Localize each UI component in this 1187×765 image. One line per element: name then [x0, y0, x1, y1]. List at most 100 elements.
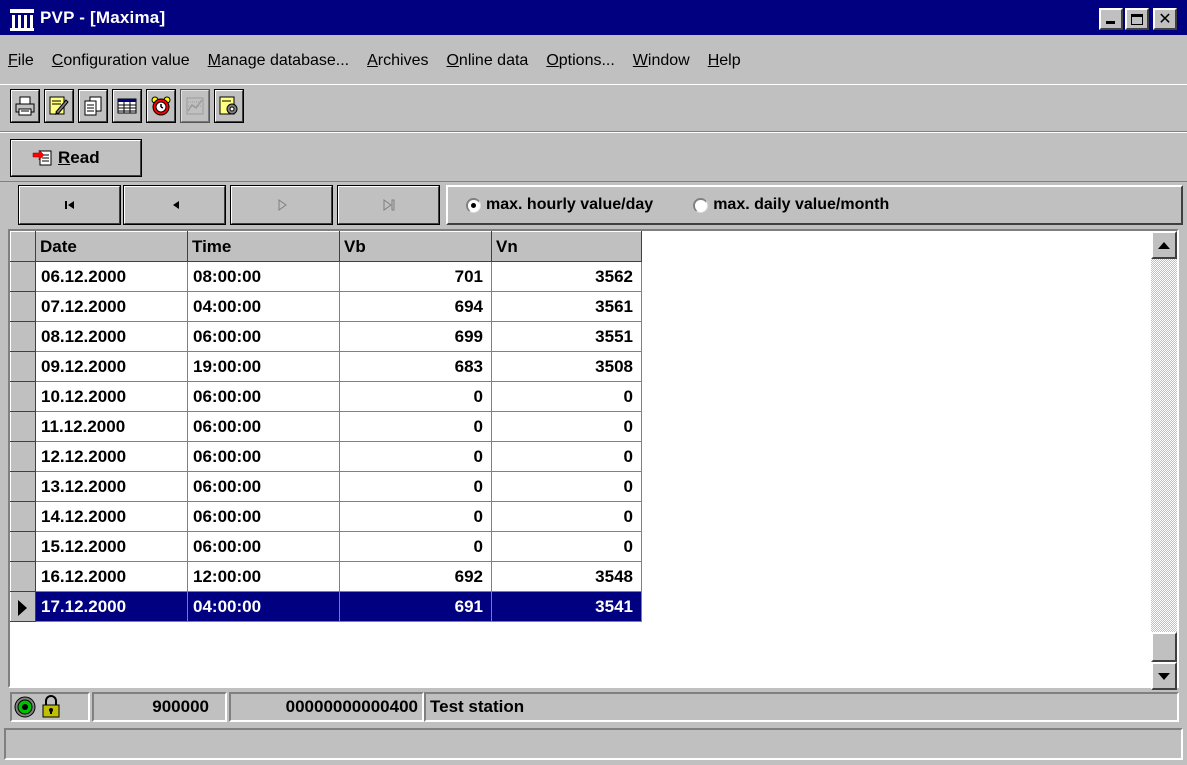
menu-manage-database[interactable]: Manage database...	[208, 52, 349, 70]
menu-help[interactable]: Help	[708, 52, 741, 70]
cell-vb[interactable]: 691	[339, 591, 492, 622]
cell-vn[interactable]: 3561	[491, 291, 642, 322]
row-indicator[interactable]	[10, 501, 36, 532]
scroll-up-button[interactable]	[1151, 231, 1177, 259]
table-row-selected[interactable]: 17.12.2000 04:00:00 691 3541	[10, 591, 642, 622]
cell-date[interactable]: 07.12.2000	[35, 291, 188, 322]
cell-vb[interactable]: 692	[339, 561, 492, 592]
cell-time[interactable]: 06:00:00	[187, 411, 340, 442]
cell-date[interactable]: 15.12.2000	[35, 531, 188, 562]
menu-window[interactable]: Window	[633, 52, 690, 70]
radio-daily-max[interactable]: max. daily value/month	[693, 196, 889, 214]
maximize-button[interactable]	[1125, 8, 1149, 30]
row-indicator[interactable]	[10, 441, 36, 472]
radio-hourly-max[interactable]: max. hourly value/day	[466, 196, 653, 214]
print-button[interactable]	[10, 89, 40, 123]
cell-vb[interactable]: 0	[339, 531, 492, 562]
cell-date[interactable]: 13.12.2000	[35, 471, 188, 502]
cell-vb[interactable]: 0	[339, 381, 492, 412]
cell-vb[interactable]: 0	[339, 471, 492, 502]
row-indicator[interactable]	[10, 531, 36, 562]
cell-date[interactable]: 12.12.2000	[35, 441, 188, 472]
cell-vb[interactable]: 0	[339, 411, 492, 442]
table-row[interactable]: 16.12.2000 12:00:00 692 3548	[10, 561, 642, 592]
cell-date[interactable]: 16.12.2000	[35, 561, 188, 592]
cell-vn[interactable]: 0	[491, 411, 642, 442]
table-row[interactable]: 08.12.2000 06:00:00 699 3551	[10, 321, 642, 352]
table-row[interactable]: 13.12.2000 06:00:00 0 0	[10, 471, 642, 502]
cell-vn[interactable]: 3562	[491, 261, 642, 292]
menu-archives[interactable]: Archives	[367, 52, 428, 70]
row-indicator[interactable]	[10, 381, 36, 412]
table-row[interactable]: 09.12.2000 19:00:00 683 3508	[10, 351, 642, 382]
cell-time[interactable]: 06:00:00	[187, 381, 340, 412]
scroll-thumb[interactable]	[1151, 632, 1177, 662]
vertical-scrollbar[interactable]	[1151, 231, 1177, 690]
cell-vn[interactable]: 0	[491, 381, 642, 412]
cell-vn[interactable]: 3508	[491, 351, 642, 382]
cell-vb[interactable]: 0	[339, 501, 492, 532]
table-row[interactable]: 07.12.2000 04:00:00 694 3561	[10, 291, 642, 322]
cell-time[interactable]: 06:00:00	[187, 501, 340, 532]
cell-date[interactable]: 11.12.2000	[35, 411, 188, 442]
cell-vb[interactable]: 699	[339, 321, 492, 352]
cell-vn[interactable]: 0	[491, 441, 642, 472]
cell-vb[interactable]: 701	[339, 261, 492, 292]
column-header-vb[interactable]: Vb	[339, 231, 492, 262]
row-indicator[interactable]	[10, 561, 36, 592]
row-indicator[interactable]	[10, 321, 36, 352]
cell-time[interactable]: 12:00:00	[187, 561, 340, 592]
row-indicator[interactable]	[10, 351, 36, 382]
cell-date[interactable]: 08.12.2000	[35, 321, 188, 352]
cell-vn[interactable]: 0	[491, 531, 642, 562]
row-indicator[interactable]	[10, 291, 36, 322]
cell-time[interactable]: 06:00:00	[187, 441, 340, 472]
row-indicator[interactable]	[10, 411, 36, 442]
cell-time[interactable]: 06:00:00	[187, 321, 340, 352]
cell-vn[interactable]: 0	[491, 471, 642, 502]
menu-options[interactable]: Options...	[546, 52, 614, 70]
cell-time[interactable]: 19:00:00	[187, 351, 340, 382]
previous-record-button[interactable]	[123, 185, 226, 225]
menu-file[interactable]: File	[8, 52, 34, 70]
cell-time[interactable]: 04:00:00	[187, 291, 340, 322]
first-record-button[interactable]	[18, 185, 121, 225]
cell-vb[interactable]: 683	[339, 351, 492, 382]
cell-vb[interactable]: 694	[339, 291, 492, 322]
copy-pages-button[interactable]	[78, 89, 108, 123]
menu-online-data[interactable]: Online data	[446, 52, 528, 70]
table-row[interactable]: 14.12.2000 06:00:00 0 0	[10, 501, 642, 532]
last-record-button[interactable]	[337, 185, 440, 225]
column-header-vn[interactable]: Vn	[491, 231, 642, 262]
cell-date[interactable]: 10.12.2000	[35, 381, 188, 412]
table-row[interactable]: 06.12.2000 08:00:00 701 3562	[10, 261, 642, 292]
cell-date[interactable]: 06.12.2000	[35, 261, 188, 292]
table-row[interactable]: 10.12.2000 06:00:00 0 0	[10, 381, 642, 412]
minimize-button[interactable]	[1099, 8, 1123, 30]
menu-configuration-value[interactable]: Configuration value	[52, 52, 190, 70]
cell-vn[interactable]: 0	[491, 501, 642, 532]
column-header-date[interactable]: Date	[35, 231, 188, 262]
cell-vn[interactable]: 3548	[491, 561, 642, 592]
cell-vn[interactable]: 3551	[491, 321, 642, 352]
cell-vn[interactable]: 3541	[491, 591, 642, 622]
cell-time[interactable]: 06:00:00	[187, 471, 340, 502]
table-row[interactable]: 11.12.2000 06:00:00 0 0	[10, 411, 642, 442]
column-header-time[interactable]: Time	[187, 231, 340, 262]
close-button[interactable]: ✕	[1153, 8, 1177, 30]
row-indicator[interactable]	[10, 471, 36, 502]
cell-time[interactable]: 08:00:00	[187, 261, 340, 292]
row-indicator[interactable]	[10, 261, 36, 292]
cell-date[interactable]: 17.12.2000	[35, 591, 188, 622]
edit-config-button[interactable]	[44, 89, 74, 123]
cell-date[interactable]: 09.12.2000	[35, 351, 188, 382]
row-indicator[interactable]	[10, 591, 36, 622]
cell-vb[interactable]: 0	[339, 441, 492, 472]
cell-time[interactable]: 06:00:00	[187, 531, 340, 562]
alarm-button[interactable]	[146, 89, 176, 123]
next-record-button[interactable]	[230, 185, 333, 225]
cell-date[interactable]: 14.12.2000	[35, 501, 188, 532]
cell-time[interactable]: 04:00:00	[187, 591, 340, 622]
chart-button[interactable]	[180, 89, 210, 123]
table-view-button[interactable]	[112, 89, 142, 123]
